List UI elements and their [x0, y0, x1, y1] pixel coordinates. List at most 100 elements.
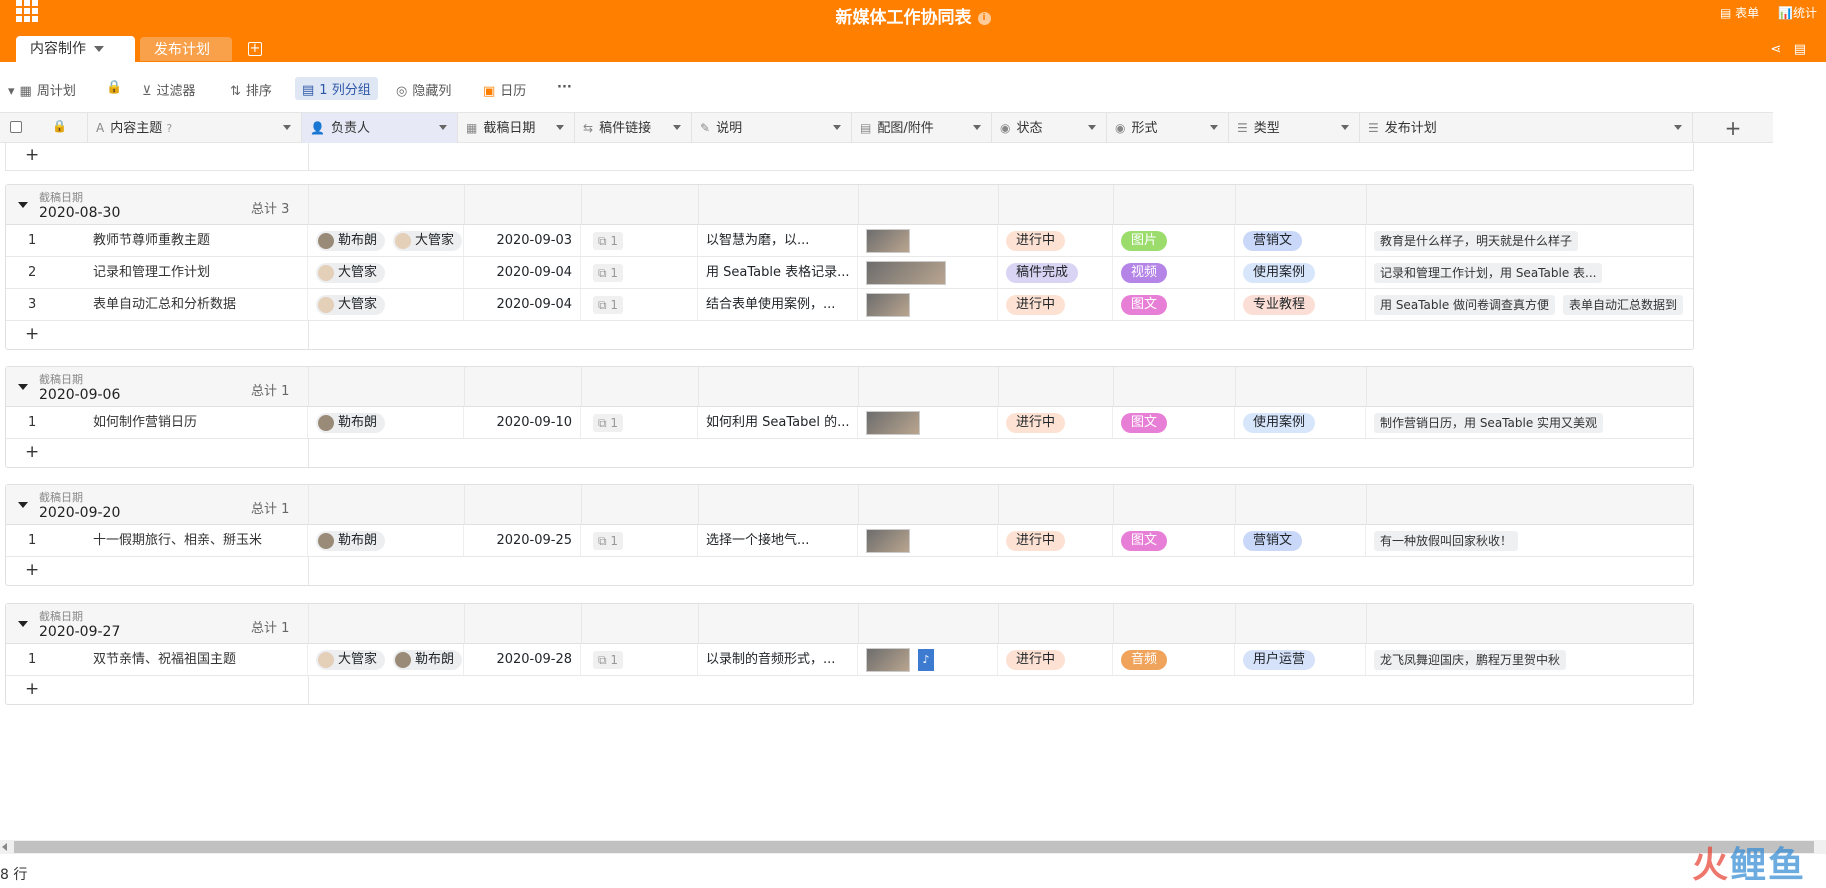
tab-publish-plan[interactable]: 发布计划 [140, 37, 232, 61]
form-button[interactable]: ▤ 表单 [1720, 4, 1759, 21]
calendar-button[interactable]: ▣ 日历 [483, 80, 526, 99]
help-icon[interactable]: ? [166, 122, 172, 135]
cell-link[interactable]: ⧉ 1 [581, 407, 698, 438]
image-thumbnail[interactable] [866, 260, 946, 285]
group-header[interactable]: 截稿日期 2020-09-27 总计 1 [6, 604, 1693, 644]
cell-plan[interactable]: 教育是什么样子，明天就是什么样子 [1366, 225, 1693, 256]
cell-plan[interactable]: 有一种放假叫回家秋收！ [1366, 525, 1693, 556]
header-col-owner[interactable]: 👤 负责人 [302, 113, 458, 143]
link-count-badge[interactable]: ⧉ 1 [593, 231, 624, 250]
plan-link-tag[interactable]: 表单自动汇总数据到 [1563, 294, 1684, 315]
collapse-group-icon[interactable] [18, 384, 28, 390]
cell-attachment[interactable] [858, 289, 998, 320]
cell-topic[interactable]: 1 十一假期旅行、相亲、掰玉米 [6, 525, 308, 556]
person-chip[interactable]: 勒布朗 [393, 649, 463, 670]
add-row-button[interactable]: + [6, 557, 1693, 585]
cell-link[interactable]: ⧉ 1 [581, 257, 698, 288]
cell-plan[interactable]: 记录和管理工作计划，用 SeaTable 表... [1366, 257, 1693, 288]
table-row[interactable]: 2 记录和管理工作计划 大管家 2020-09-04 ⧉ 1 用 SeaTable 表格记… [6, 257, 1693, 289]
cell-link[interactable]: ⧉ 1 [581, 525, 698, 556]
header-col-attachment[interactable]: ▤ 配图/附件 [852, 113, 992, 143]
plan-link-tag[interactable]: 用 SeaTable 做问卷调查真方便 [1374, 294, 1556, 315]
add-tab-button[interactable]: + [248, 42, 262, 56]
group-header[interactable]: 截稿日期 2020-09-20 总计 1 [6, 485, 1693, 525]
cell-type[interactable]: 用户运营 [1235, 644, 1366, 675]
link-count-badge[interactable]: ⧉ 1 [593, 413, 624, 432]
collapse-group-icon[interactable] [18, 621, 28, 627]
header-col-deadline[interactable]: ▦ 截稿日期 [458, 113, 575, 143]
cell-topic[interactable]: 2 记录和管理工作计划 [6, 257, 308, 288]
cell-owner[interactable]: 勒布朗 [308, 407, 464, 438]
cell-deadline[interactable]: 2020-09-25 [464, 525, 581, 556]
dropdown-icon[interactable] [833, 125, 841, 130]
cell-type[interactable]: 营销文 [1235, 525, 1366, 556]
audio-file-icon[interactable]: ♪ [918, 648, 934, 671]
header-col-status[interactable]: ◉ 状态 [992, 113, 1107, 143]
plan-link-tag[interactable]: 制作营销日历，用 SeaTable 实用又美观 [1374, 412, 1604, 433]
cell-status[interactable]: 进行中 [998, 644, 1113, 675]
cell-owner[interactable]: 大管家 勒布朗 [308, 644, 464, 675]
cell-attachment[interactable] [858, 225, 998, 256]
image-thumbnail[interactable] [866, 528, 910, 553]
cell-type[interactable]: 使用案例 [1235, 257, 1366, 288]
cell-deadline[interactable]: 2020-09-10 [464, 407, 581, 438]
person-chip[interactable]: 大管家 [316, 294, 386, 315]
header-col-plan[interactable]: ☰ 发布计划 [1360, 113, 1693, 143]
cell-deadline[interactable]: 2020-09-04 [464, 289, 581, 320]
cell-owner[interactable]: 大管家 [308, 257, 464, 288]
cell-type[interactable]: 专业教程 [1235, 289, 1366, 320]
cell-attachment[interactable] [858, 407, 998, 438]
cell-form[interactable]: 图文 [1113, 407, 1235, 438]
cell-status[interactable]: 进行中 [998, 289, 1113, 320]
dropdown-icon[interactable] [556, 125, 564, 130]
header-col-link[interactable]: ⇆ 稿件链接 [575, 113, 692, 143]
view-selector[interactable]: ▾ ▦ 周计划 [8, 80, 76, 99]
cell-deadline[interactable]: 2020-09-03 [464, 225, 581, 256]
cell-form[interactable]: 图文 [1113, 289, 1235, 320]
dropdown-icon[interactable] [1674, 125, 1682, 130]
header-col-topic[interactable]: A 内容主题 ? [88, 113, 302, 143]
dropdown-icon[interactable] [1088, 125, 1096, 130]
link-count-badge[interactable]: ⧉ 1 [593, 531, 624, 550]
cell-note[interactable]: 选择一个接地气... [698, 525, 858, 556]
cell-form[interactable]: 图文 [1113, 525, 1235, 556]
person-chip[interactable]: 大管家 [316, 649, 386, 670]
add-column-button[interactable]: + [1693, 113, 1773, 143]
lock-icon[interactable]: 🔒 [106, 80, 122, 95]
plan-link-tag[interactable]: 教育是什么样子，明天就是什么样子 [1374, 230, 1579, 251]
add-row-button[interactable]: + [6, 321, 1693, 349]
table-row[interactable]: 1 如何制作营销日历 勒布朗 2020-09-10 ⧉ 1 如何利用 SeaTabel 的… [6, 407, 1693, 439]
add-row-button[interactable]: + [6, 439, 1693, 467]
cell-link[interactable]: ⧉ 1 [581, 225, 698, 256]
cell-note[interactable]: 以录制的音频形式，... [698, 644, 858, 675]
person-chip[interactable]: 大管家 [393, 230, 463, 251]
table-row[interactable]: 1 十一假期旅行、相亲、掰玉米 勒布朗 2020-09-25 ⧉ 1 选择一个接地气...… [6, 525, 1693, 557]
cell-status[interactable]: 进行中 [998, 225, 1113, 256]
cell-topic[interactable]: 1 双节亲情、祝福祖国主题 [6, 644, 308, 675]
person-chip[interactable]: 勒布朗 [316, 412, 386, 433]
cell-type[interactable]: 营销文 [1235, 225, 1366, 256]
group-header[interactable]: 截稿日期 2020-08-30 总计 3 [6, 185, 1693, 225]
plan-link-tag[interactable]: 有一种放假叫回家秋收！ [1374, 530, 1519, 551]
tab-content-production[interactable]: 内容制作 [16, 36, 135, 62]
table-row[interactable]: 1 教师节尊师重教主题 勒布朗 大管家 2020-09-03 ⧉ 1 以智慧为磨，以... 进… [6, 225, 1693, 257]
link-count-badge[interactable]: ⧉ 1 [593, 295, 624, 314]
table-row[interactable]: 1 双节亲情、祝福祖国主题 大管家 勒布朗 2020-09-28 ⧉ 1 以录制的音频形式，… [6, 644, 1693, 676]
person-chip[interactable]: 勒布朗 [316, 230, 386, 251]
cell-note[interactable]: 用 SeaTable 表格记录... [698, 257, 858, 288]
collapse-group-icon[interactable] [18, 202, 28, 208]
select-all-checkbox[interactable] [10, 121, 22, 133]
cell-topic[interactable]: 1 教师节尊师重教主题 [6, 225, 308, 256]
info-icon[interactable]: i [977, 11, 991, 25]
link-count-badge[interactable]: ⧉ 1 [593, 650, 624, 669]
dropdown-icon[interactable] [1210, 125, 1218, 130]
cell-owner[interactable]: 勒布朗 [308, 525, 464, 556]
plan-link-tag[interactable]: 龙飞凤舞迎国庆，鹏程万里贺中秋 [1374, 649, 1567, 670]
dropdown-icon[interactable] [439, 125, 447, 130]
cell-owner[interactable]: 大管家 [308, 289, 464, 320]
cell-status[interactable]: 进行中 [998, 525, 1113, 556]
horizontal-scrollbar[interactable] [0, 840, 1826, 854]
image-thumbnail[interactable] [866, 292, 910, 317]
scroll-left-icon[interactable] [2, 843, 7, 851]
cell-attachment[interactable]: ♪ [858, 644, 998, 675]
